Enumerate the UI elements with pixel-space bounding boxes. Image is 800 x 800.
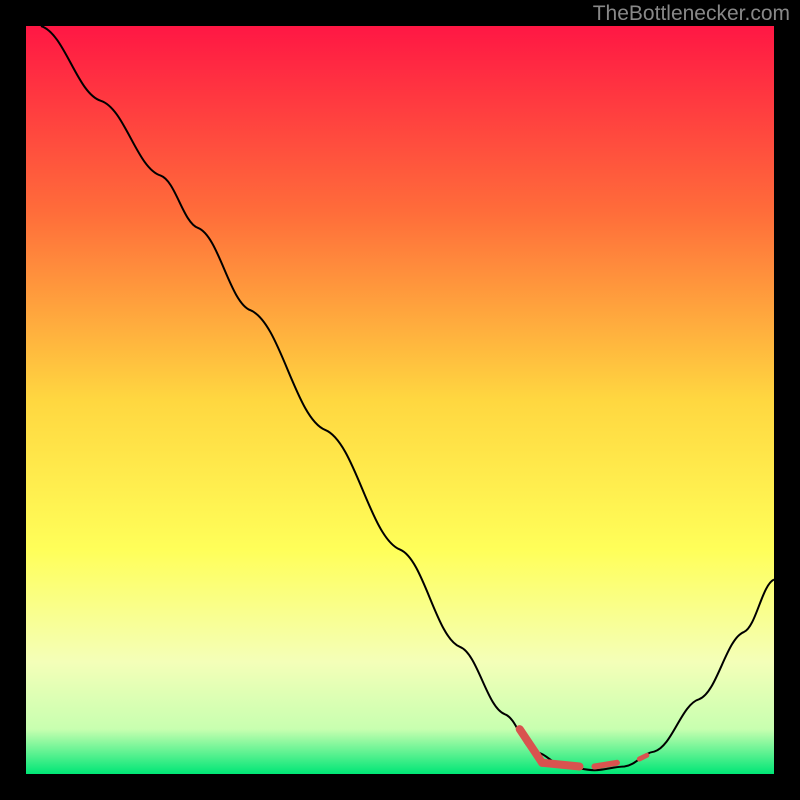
chart-overlay: [26, 26, 774, 774]
chart-area: [26, 26, 774, 774]
bottleneck-curve: [41, 26, 774, 770]
optimal-range-marker: [520, 729, 647, 766]
watermark-text: TheBottlenecker.com: [593, 2, 790, 26]
